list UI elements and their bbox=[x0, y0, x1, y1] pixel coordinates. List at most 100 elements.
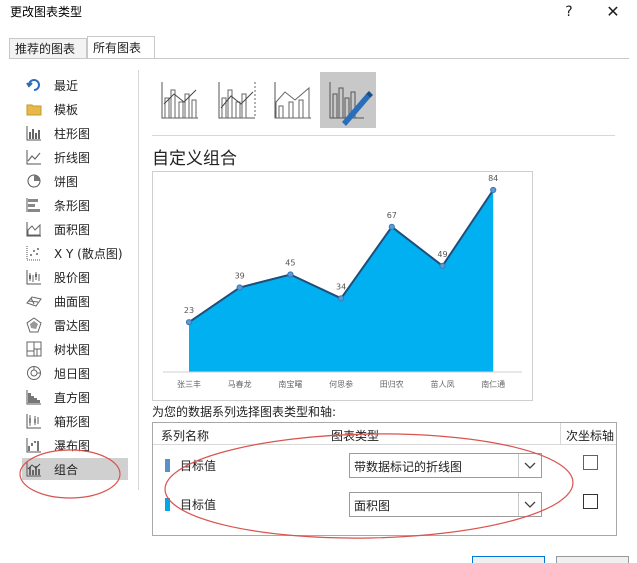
series-row: 目标值 面积图 bbox=[153, 490, 616, 518]
line-marker bbox=[185, 319, 193, 326]
x-tick-label: 苗人凤 bbox=[431, 380, 455, 389]
sidebar-item-label: 折线图 bbox=[54, 151, 91, 165]
data-label: 45 bbox=[285, 259, 295, 268]
sidebar-item-templates[interactable]: 模板 bbox=[18, 98, 128, 120]
tab-divider bbox=[9, 58, 629, 59]
sidebar-item-line[interactable]: 折线图 bbox=[18, 146, 128, 168]
dropdown-value: 面积图 bbox=[354, 499, 391, 513]
cancel-button[interactable] bbox=[556, 556, 629, 563]
x-tick-label: 南仁通 bbox=[481, 379, 505, 389]
sidebar-item-label: 直方图 bbox=[54, 391, 91, 405]
series-name: 目标值 bbox=[180, 498, 217, 512]
chart-category-list: 最近 模板 柱形图 折线图 饼图 条形图 面积图 X Y (散点图) 股价图 曲… bbox=[18, 70, 138, 490]
clustered-column-line-icon bbox=[161, 82, 198, 119]
data-label: 67 bbox=[387, 211, 397, 220]
sidebar-item-histogram[interactable]: 直方图 bbox=[18, 386, 128, 408]
series-instruction: 为您的数据系列选择图表类型和轴: bbox=[152, 405, 337, 419]
histogram-chart-icon bbox=[26, 390, 41, 405]
subtype-stacked-area-column[interactable] bbox=[265, 72, 321, 128]
series-row: 目标值 带数据标记的折线图 bbox=[153, 451, 616, 479]
radar-chart-icon bbox=[26, 317, 42, 333]
tab-all-charts[interactable]: 所有图表 bbox=[87, 36, 155, 59]
sidebar-item-scatter[interactable]: X Y (散点图) bbox=[18, 242, 128, 264]
stock-chart-icon bbox=[26, 270, 41, 285]
column-line-secondary-axis-icon bbox=[218, 82, 256, 119]
sidebar-item-label: 条形图 bbox=[54, 199, 91, 213]
sidebar-item-label: 柱形图 bbox=[54, 127, 91, 141]
line-marker bbox=[287, 271, 294, 278]
dropdown-arrow[interactable] bbox=[518, 493, 541, 516]
sidebar-item-label: 最近 bbox=[54, 79, 79, 93]
line-chart-icon bbox=[26, 150, 41, 165]
sidebar-item-surface[interactable]: 曲面图 bbox=[18, 290, 128, 312]
title-bar: 更改图表类型 ? ✕ bbox=[0, 0, 637, 24]
series-color-swatch bbox=[165, 459, 170, 472]
chart-preview: 23 39 45 34 67 49 84 张三丰 马春龙 南宝曙 何思参 田归农 苗人凤 南仁通 bbox=[152, 171, 533, 401]
combo-chart-icon bbox=[26, 462, 41, 477]
folder-icon bbox=[26, 104, 42, 116]
dropdown-arrow[interactable] bbox=[518, 454, 541, 477]
help-button[interactable]: ? bbox=[557, 0, 581, 24]
sidebar-item-recent[interactable]: 最近 bbox=[18, 74, 128, 96]
pie-chart-icon bbox=[27, 174, 41, 188]
chart-svg: 23 39 45 34 67 49 84 张三丰 马春龙 南宝曙 何思参 田归农 苗人凤 南仁通 bbox=[163, 174, 522, 389]
line-marker bbox=[490, 186, 497, 194]
line-marker bbox=[439, 262, 446, 269]
secondary-axis-checkbox[interactable] bbox=[583, 455, 598, 470]
chart-type-dropdown[interactable]: 面积图 bbox=[349, 492, 542, 517]
chevron-down-icon bbox=[524, 501, 536, 508]
custom-combo-icon bbox=[329, 82, 373, 126]
sidebar-item-combo[interactable]: 组合 bbox=[22, 458, 128, 480]
sidebar-item-stock[interactable]: 股价图 bbox=[18, 266, 128, 288]
sidebar-item-label: X Y (散点图) bbox=[54, 247, 123, 261]
sidebar-item-box-whisker[interactable]: 箱形图 bbox=[18, 410, 128, 432]
series-grid: 系列名称 图表类型 次坐标轴 目标值 带数据标记的折线图 目标值 面积图 bbox=[152, 422, 617, 536]
column-header-chart-type: 图表类型 bbox=[331, 429, 380, 443]
combo-heading: 自定义组合 bbox=[152, 149, 237, 169]
line-marker bbox=[388, 223, 395, 230]
sidebar-item-sunburst[interactable]: 旭日图 bbox=[18, 362, 128, 384]
sidebar-item-bar[interactable]: 条形图 bbox=[18, 194, 128, 216]
subtype-clustered-column-line[interactable] bbox=[152, 72, 208, 128]
column-header-secondary-axis: 次坐标轴 bbox=[566, 429, 615, 443]
sidebar-item-waterfall[interactable]: 瀑布图 bbox=[18, 434, 128, 456]
sidebar-item-label: 树状图 bbox=[54, 343, 91, 357]
tab-recommended-charts[interactable]: 推荐的图表 bbox=[9, 38, 87, 59]
sidebar-item-column[interactable]: 柱形图 bbox=[18, 122, 128, 144]
x-tick-label: 南宝曙 bbox=[278, 379, 302, 389]
chart-type-dropdown[interactable]: 带数据标记的折线图 bbox=[349, 453, 542, 478]
sidebar-item-label: 组合 bbox=[54, 463, 79, 477]
series-color-swatch bbox=[165, 498, 170, 511]
sidebar-item-treemap[interactable]: 树状图 bbox=[18, 338, 128, 360]
x-tick-label: 马春龙 bbox=[228, 379, 252, 389]
area-series bbox=[189, 190, 494, 372]
waterfall-chart-icon bbox=[26, 438, 41, 453]
secondary-axis-checkbox[interactable] bbox=[583, 494, 598, 509]
subtype-column-line-secondary-axis[interactable] bbox=[209, 72, 265, 128]
sidebar-item-label: 面积图 bbox=[54, 223, 91, 237]
sidebar-item-area[interactable]: 面积图 bbox=[18, 218, 128, 240]
recent-icon bbox=[26, 79, 40, 91]
column-chart-icon bbox=[26, 126, 41, 141]
bar-chart-icon bbox=[26, 198, 40, 212]
column-header-series: 系列名称 bbox=[161, 429, 210, 443]
sidebar-item-label: 股价图 bbox=[54, 271, 91, 285]
ok-button[interactable] bbox=[472, 556, 545, 563]
x-tick-label: 田归农 bbox=[380, 379, 404, 389]
sidebar-item-label: 旭日图 bbox=[54, 367, 91, 381]
data-label: 39 bbox=[235, 272, 245, 281]
x-tick-label: 张三丰 bbox=[177, 379, 201, 389]
data-label: 23 bbox=[184, 306, 194, 315]
surface-chart-icon bbox=[26, 296, 42, 307]
column-divider bbox=[560, 423, 561, 444]
sidebar-item-radar[interactable]: 雷达图 bbox=[18, 314, 128, 336]
sidebar-item-pie[interactable]: 饼图 bbox=[18, 170, 128, 192]
close-button[interactable]: ✕ bbox=[598, 0, 628, 24]
line-marker bbox=[236, 284, 243, 291]
line-marker bbox=[338, 295, 345, 302]
subtype-custom-combo[interactable] bbox=[320, 72, 376, 128]
stacked-area-column-icon bbox=[274, 82, 311, 119]
sidebar-item-label: 曲面图 bbox=[54, 295, 91, 309]
x-tick-label: 何思参 bbox=[329, 379, 353, 389]
chevron-down-icon bbox=[524, 462, 536, 469]
